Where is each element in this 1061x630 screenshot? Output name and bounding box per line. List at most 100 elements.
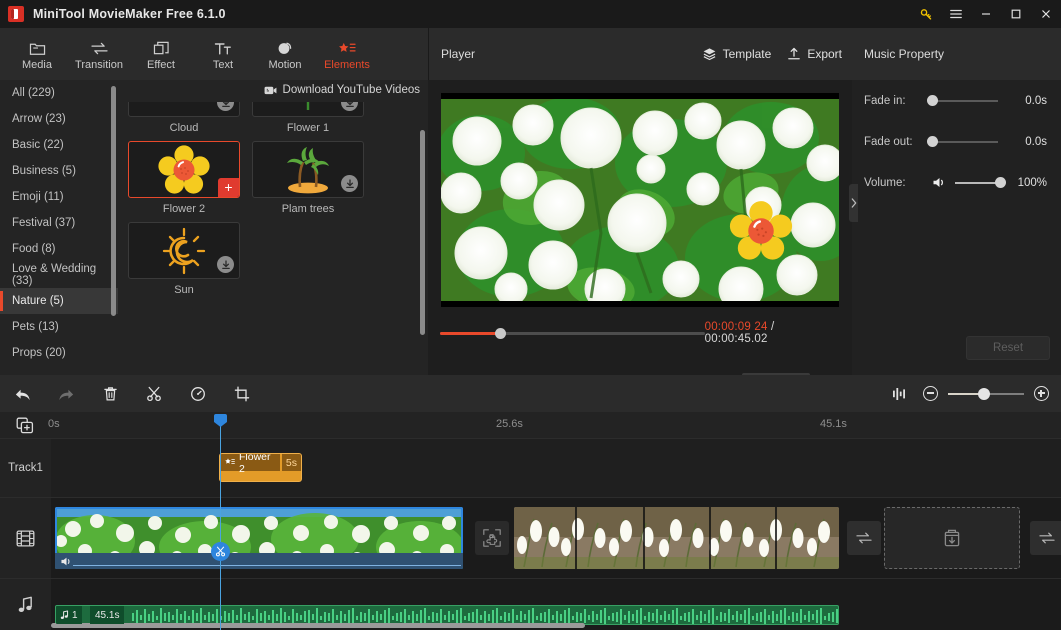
element-clip-flower-2[interactable]: Flower 2 5s — [219, 453, 302, 482]
element-thumbnail[interactable] — [128, 222, 240, 279]
music-volume-slider[interactable] — [955, 176, 1006, 188]
category-love-wedding[interactable]: Love & Wedding (33) — [0, 262, 118, 288]
category-food[interactable]: Food (8) — [0, 236, 118, 262]
total-time: 00:00:45.02 — [704, 333, 768, 345]
video-preview[interactable] — [441, 93, 839, 307]
category-nature[interactable]: Nature (5) — [0, 288, 118, 314]
zoom-out-button[interactable] — [923, 386, 938, 401]
fade-in-slider[interactable] — [927, 94, 998, 106]
elements-badge-icon — [225, 458, 235, 467]
media-placeholder[interactable] — [884, 507, 1020, 569]
category-basic[interactable]: Basic (22) — [0, 132, 118, 158]
download-icon[interactable] — [341, 102, 358, 111]
export-button[interactable]: Export — [787, 47, 842, 61]
license-key-icon[interactable] — [911, 0, 941, 28]
undo-button[interactable] — [0, 375, 44, 412]
video-stage — [428, 80, 852, 320]
transition-slot-3[interactable] — [1030, 521, 1061, 555]
category-business[interactable]: Business (5) — [0, 158, 118, 184]
add-media-button[interactable] — [15, 416, 35, 434]
fade-in-handle[interactable] — [927, 94, 938, 106]
category-props[interactable]: Props (20) — [0, 340, 118, 366]
tab-text[interactable]: Text — [192, 30, 254, 78]
fade-out-handle[interactable] — [927, 135, 938, 147]
timeline-ruler[interactable]: 0s 25.6s 45.1s — [0, 412, 1061, 438]
element-thumbnail[interactable] — [128, 102, 240, 117]
element-thumbnail[interactable] — [252, 102, 364, 117]
element-card-flower-2[interactable]: + Flower 2 — [128, 141, 240, 218]
fade-out-slider[interactable] — [927, 135, 998, 147]
add-element-button[interactable]: + — [218, 178, 239, 197]
element-card-plam-trees[interactable]: Plam trees — [252, 141, 364, 218]
category-scrollbar[interactable] — [111, 86, 116, 316]
menu-icon[interactable] — [941, 0, 971, 28]
close-button[interactable] — [1031, 0, 1061, 28]
video-clip-2[interactable] — [514, 507, 839, 569]
video-clip-1-audio-strip[interactable] — [55, 553, 463, 569]
category-label: All (229) — [12, 87, 55, 99]
seek-bar[interactable] — [440, 327, 705, 339]
download-youtube-videos-button[interactable]: Download YouTube Videos — [264, 84, 420, 96]
category-emoji[interactable]: Emoji (11) — [0, 184, 118, 210]
export-icon — [787, 47, 801, 61]
crop-button[interactable] — [220, 375, 264, 412]
element-card-sun[interactable]: Sun — [128, 222, 240, 299]
tab-effect[interactable]: Effect — [130, 30, 192, 78]
zoom-handle[interactable] — [978, 387, 991, 400]
download-icon[interactable] — [217, 102, 234, 111]
reset-button[interactable]: Reset — [966, 336, 1050, 360]
zoom-in-button[interactable] — [1034, 386, 1049, 401]
seek-handle[interactable] — [494, 327, 506, 339]
track1-lane[interactable]: Flower 2 5s — [51, 439, 1061, 497]
redo-button[interactable] — [44, 375, 88, 412]
minimize-button[interactable] — [971, 0, 1001, 28]
element-thumbnail[interactable] — [252, 141, 364, 198]
category-label: Basic (22) — [12, 139, 64, 151]
split-at-playhead-button[interactable] — [211, 542, 230, 561]
download-icon[interactable] — [341, 175, 358, 192]
element-thumbnail[interactable]: + — [128, 141, 240, 198]
element-card-flower-1[interactable]: Flower 1 — [252, 102, 364, 137]
download-icon[interactable] — [217, 256, 234, 273]
category-festival[interactable]: Festival (37) — [0, 210, 118, 236]
tab-elements[interactable]: Elements — [316, 30, 378, 78]
speed-button[interactable] — [176, 375, 220, 412]
track-header-audio[interactable] — [0, 579, 51, 630]
volume-label: Volume: — [864, 176, 906, 189]
flower2-overlay[interactable] — [727, 197, 795, 265]
zoom-slider[interactable] — [948, 387, 1024, 400]
tab-media[interactable]: Media — [6, 30, 68, 78]
maximize-button[interactable] — [1001, 0, 1031, 28]
tab-transition[interactable]: Transition — [68, 30, 130, 78]
timeline-horizontal-scrollbar[interactable] — [51, 623, 585, 628]
video-lane[interactable] — [51, 498, 1061, 578]
delete-button[interactable] — [88, 375, 132, 412]
category-arrow[interactable]: Arrow (23) — [0, 106, 118, 132]
element-label: Flower 2 — [162, 203, 206, 215]
split-button[interactable] — [132, 375, 176, 412]
transition-slot-1[interactable] — [475, 521, 509, 555]
music-volume-handle[interactable] — [995, 176, 1006, 188]
panel-collapse-handle[interactable] — [849, 184, 858, 222]
category-all[interactable]: All (229) — [0, 80, 118, 106]
speaker-icon[interactable] — [932, 176, 947, 189]
transition-slot-2[interactable] — [847, 521, 881, 555]
element-clip-name-wrap: Flower 2 — [220, 454, 280, 475]
playhead[interactable] — [214, 414, 227, 630]
track-header-video[interactable] — [0, 498, 51, 578]
clip-volume-icon[interactable] — [60, 556, 73, 567]
template-button[interactable]: Template — [702, 47, 771, 61]
element-card-cloud[interactable]: Cloud — [128, 102, 240, 137]
elements-scrollbar[interactable] — [420, 130, 425, 335]
video-clip-1[interactable] — [55, 507, 463, 569]
audio-waveform-toggle-icon[interactable] — [891, 387, 907, 401]
audio-clip-1[interactable]: 1 45.1s — [55, 605, 839, 625]
track1-label: Track1 — [8, 462, 43, 474]
category-label: Emoji (11) — [12, 191, 64, 203]
fade-out-row: Fade out: 0.0s — [852, 121, 1061, 162]
track-header-track1[interactable]: Track1 — [0, 439, 51, 497]
category-pets[interactable]: Pets (13) — [0, 314, 118, 340]
element-label: Sun — [174, 284, 194, 296]
current-time: 00:00:09 24 — [704, 321, 768, 333]
tab-motion[interactable]: Motion — [254, 30, 316, 78]
